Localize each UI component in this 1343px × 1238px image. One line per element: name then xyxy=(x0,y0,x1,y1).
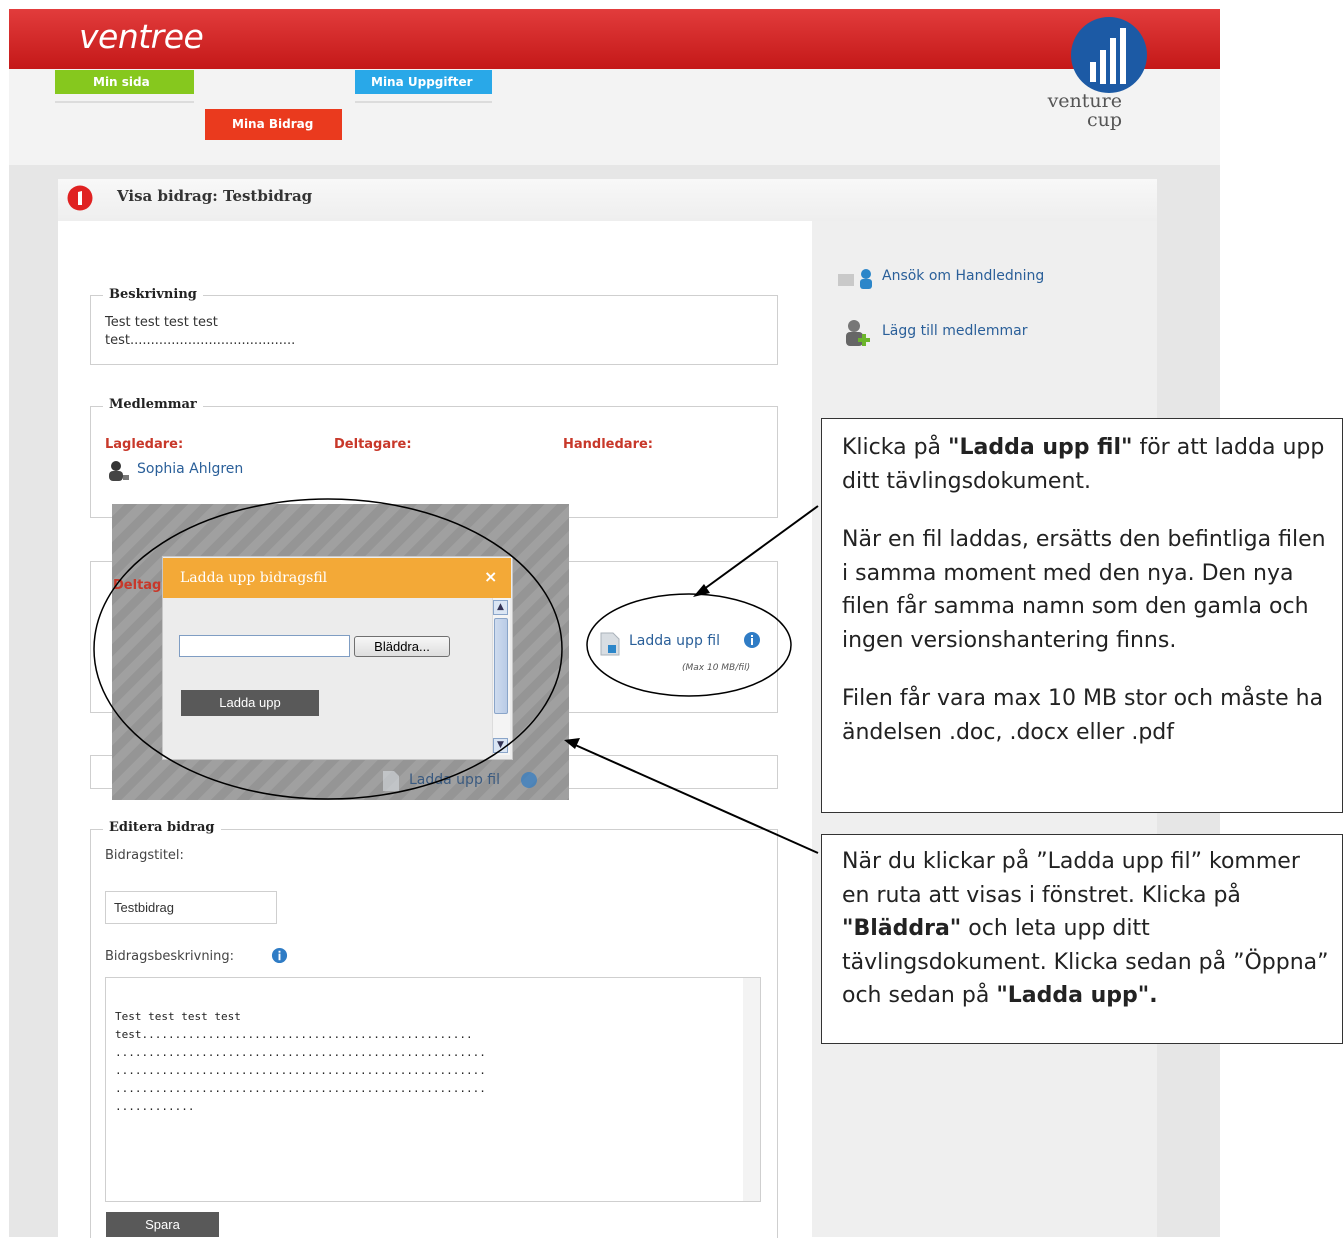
callout1-p1: Klicka på "Ladda upp fil" för att ladda … xyxy=(842,431,1334,498)
callout-upload-info: Klicka på "Ladda upp fil" för att ladda … xyxy=(821,418,1343,813)
callout1-p3: Filen får vara max 10 MB stor och måste … xyxy=(842,686,1324,745)
callout2-text: När du klickar på ”Ladda upp fil” kommer… xyxy=(842,849,1300,908)
callout2-bold: "Ladda upp". xyxy=(996,983,1158,1008)
arrow-1-line xyxy=(699,505,819,593)
callout1-text: Klicka på xyxy=(842,435,949,460)
arrow-2-line xyxy=(572,743,819,854)
callout2-bold: "Bläddra" xyxy=(842,916,962,941)
callout1-bold: "Ladda upp fil" xyxy=(948,435,1133,460)
arrow-2-head xyxy=(564,738,580,749)
upload-link-ellipse xyxy=(586,593,792,697)
dialog-ellipse xyxy=(93,498,563,800)
callout1-p2: När en fil laddas, ersätts den befintlig… xyxy=(842,527,1326,653)
callout2-p1: När du klickar på ”Ladda upp fil” kommer… xyxy=(842,845,1334,1013)
callout-dialog-info: När du klickar på ”Ladda upp fil” kommer… xyxy=(821,834,1343,1044)
